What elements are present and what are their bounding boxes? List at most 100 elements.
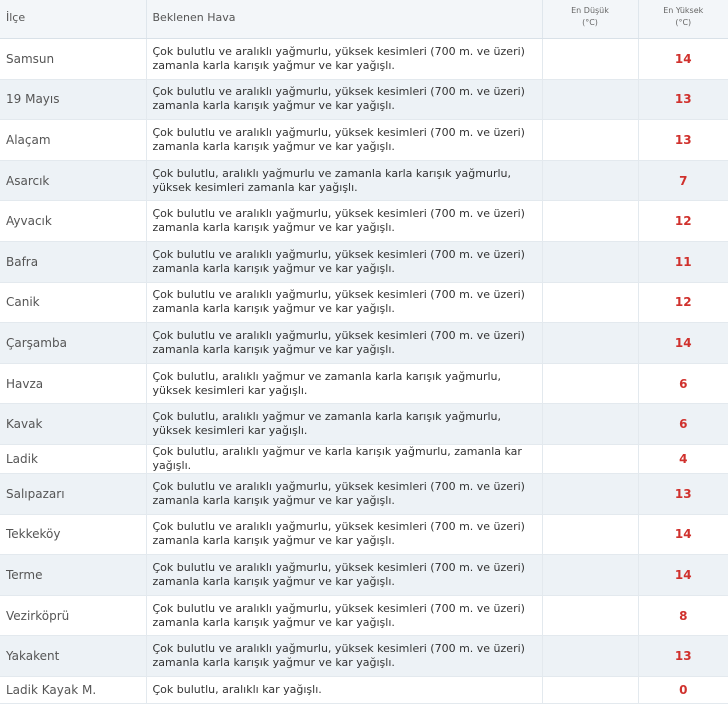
min-temperature xyxy=(542,404,638,445)
min-temperature xyxy=(542,514,638,555)
table-row: TekkeköyÇok bulutlu ve aralıklı yağmurlu… xyxy=(0,514,728,555)
max-temperature: 11 xyxy=(638,241,728,282)
header-ilce-label: İlçe xyxy=(0,0,146,24)
table-row: 19 MayısÇok bulutlu ve aralıklı yağmurlu… xyxy=(0,79,728,120)
district-name: Kavak xyxy=(0,404,146,445)
forecast-description: Çok bulutlu, aralıklı kar yağışlı. xyxy=(146,676,542,703)
table-row: AsarcıkÇok bulutlu, aralıklı yağmurlu ve… xyxy=(0,160,728,201)
district-name: Vezirköprü xyxy=(0,595,146,636)
max-temperature: 14 xyxy=(638,39,728,80)
table-body: SamsunÇok bulutlu ve aralıklı yağmurlu, … xyxy=(0,39,728,704)
table-row: BafraÇok bulutlu ve aralıklı yağmurlu, y… xyxy=(0,241,728,282)
forecast-description: Çok bulutlu, aralıklı yağmur ve zamanla … xyxy=(146,363,542,404)
district-name: Asarcık xyxy=(0,160,146,201)
forecast-description: Çok bulutlu ve aralıklı yağmurlu, yüksek… xyxy=(146,282,542,323)
district-name: Havza xyxy=(0,363,146,404)
forecast-description: Çok bulutlu, aralıklı yağmur ve zamanla … xyxy=(146,404,542,445)
max-temperature: 14 xyxy=(638,555,728,596)
forecast-description: Çok bulutlu ve aralıklı yağmurlu, yüksek… xyxy=(146,241,542,282)
min-temperature xyxy=(542,473,638,514)
district-name: Terme xyxy=(0,555,146,596)
forecast-description: Çok bulutlu ve aralıklı yağmurlu, yüksek… xyxy=(146,39,542,80)
min-temperature xyxy=(542,676,638,703)
max-temperature: 12 xyxy=(638,201,728,242)
district-name: Ayvacık xyxy=(0,201,146,242)
min-temperature xyxy=(542,160,638,201)
max-temperature: 13 xyxy=(638,120,728,161)
table-row: HavzaÇok bulutlu, aralıklı yağmur ve zam… xyxy=(0,363,728,404)
table-row: CanikÇok bulutlu ve aralıklı yağmurlu, y… xyxy=(0,282,728,323)
district-name: Salıpazarı xyxy=(0,473,146,514)
district-name: Tekkeköy xyxy=(0,514,146,555)
table-row: Ladik Kayak M.Çok bulutlu, aralıklı kar … xyxy=(0,676,728,703)
min-temperature xyxy=(542,39,638,80)
district-name: Samsun xyxy=(0,39,146,80)
forecast-description: Çok bulutlu ve aralıklı yağmurlu, yüksek… xyxy=(146,323,542,364)
min-temperature xyxy=(542,79,638,120)
min-temperature xyxy=(542,555,638,596)
header-ilce: İlçe xyxy=(0,0,146,39)
min-temperature xyxy=(542,323,638,364)
header-hava-label: Beklenen Hava xyxy=(147,0,542,24)
header-max-line1: En Yüksek xyxy=(663,6,703,15)
max-temperature: 4 xyxy=(638,444,728,473)
min-temperature xyxy=(542,241,638,282)
table-row: LadikÇok bulutlu, aralıklı yağmur ve kar… xyxy=(0,444,728,473)
district-name: Ladik Kayak M. xyxy=(0,676,146,703)
min-temperature xyxy=(542,282,638,323)
table-row: TermeÇok bulutlu ve aralıklı yağmurlu, y… xyxy=(0,555,728,596)
table-row: VezirköprüÇok bulutlu ve aralıklı yağmur… xyxy=(0,595,728,636)
max-temperature: 0 xyxy=(638,676,728,703)
max-temperature: 14 xyxy=(638,323,728,364)
forecast-description: Çok bulutlu ve aralıklı yağmurlu, yüksek… xyxy=(146,636,542,677)
district-name: Alaçam xyxy=(0,120,146,161)
district-name: Canik xyxy=(0,282,146,323)
header-max-label: En Yüksek (°C) xyxy=(639,0,728,29)
max-temperature: 14 xyxy=(638,514,728,555)
forecast-description: Çok bulutlu ve aralıklı yağmurlu, yüksek… xyxy=(146,79,542,120)
forecast-description: Çok bulutlu ve aralıklı yağmurlu, yüksek… xyxy=(146,473,542,514)
table-row: KavakÇok bulutlu, aralıklı yağmur ve zam… xyxy=(0,404,728,445)
min-temperature xyxy=(542,636,638,677)
district-name: Bafra xyxy=(0,241,146,282)
district-name: Yakakent xyxy=(0,636,146,677)
district-name: 19 Mayıs xyxy=(0,79,146,120)
table-row: SalıpazarıÇok bulutlu ve aralıklı yağmur… xyxy=(0,473,728,514)
max-temperature: 12 xyxy=(638,282,728,323)
max-temperature: 7 xyxy=(638,160,728,201)
header-min: En Düşük (°C) xyxy=(542,0,638,39)
weather-forecast-table: İlçe Beklenen Hava En Düşük (°C) En Yüks… xyxy=(0,0,728,704)
table-row: YakakentÇok bulutlu ve aralıklı yağmurlu… xyxy=(0,636,728,677)
min-temperature xyxy=(542,363,638,404)
min-temperature xyxy=(542,120,638,161)
forecast-description: Çok bulutlu, aralıklı yağmur ve karla ka… xyxy=(146,444,542,473)
max-temperature: 6 xyxy=(638,363,728,404)
header-min-label: En Düşük (°C) xyxy=(543,0,638,29)
table-header: İlçe Beklenen Hava En Düşük (°C) En Yüks… xyxy=(0,0,728,39)
forecast-description: Çok bulutlu ve aralıklı yağmurlu, yüksek… xyxy=(146,201,542,242)
forecast-description: Çok bulutlu ve aralıklı yağmurlu, yüksek… xyxy=(146,120,542,161)
max-temperature: 13 xyxy=(638,636,728,677)
table-row: SamsunÇok bulutlu ve aralıklı yağmurlu, … xyxy=(0,39,728,80)
min-temperature xyxy=(542,444,638,473)
max-temperature: 6 xyxy=(638,404,728,445)
header-min-line1: En Düşük xyxy=(571,6,609,15)
min-temperature xyxy=(542,595,638,636)
header-min-line2: (°C) xyxy=(582,18,598,27)
forecast-description: Çok bulutlu ve aralıklı yağmurlu, yüksek… xyxy=(146,555,542,596)
table-row: AlaçamÇok bulutlu ve aralıklı yağmurlu, … xyxy=(0,120,728,161)
table-row: ÇarşambaÇok bulutlu ve aralıklı yağmurlu… xyxy=(0,323,728,364)
header-max-line2: (°C) xyxy=(675,18,691,27)
max-temperature: 8 xyxy=(638,595,728,636)
forecast-description: Çok bulutlu ve aralıklı yağmurlu, yüksek… xyxy=(146,595,542,636)
table-row: AyvacıkÇok bulutlu ve aralıklı yağmurlu,… xyxy=(0,201,728,242)
district-name: Çarşamba xyxy=(0,323,146,364)
forecast-description: Çok bulutlu, aralıklı yağmurlu ve zamanl… xyxy=(146,160,542,201)
forecast-description: Çok bulutlu ve aralıklı yağmurlu, yüksek… xyxy=(146,514,542,555)
header-hava: Beklenen Hava xyxy=(146,0,542,39)
header-max: En Yüksek (°C) xyxy=(638,0,728,39)
district-name: Ladik xyxy=(0,444,146,473)
max-temperature: 13 xyxy=(638,79,728,120)
min-temperature xyxy=(542,201,638,242)
max-temperature: 13 xyxy=(638,473,728,514)
